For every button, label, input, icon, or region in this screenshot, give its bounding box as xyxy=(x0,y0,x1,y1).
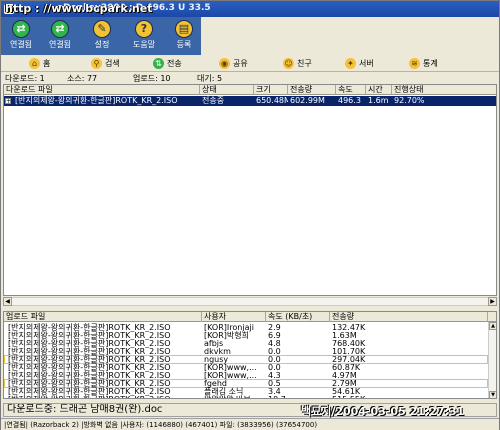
tab-stats-label: 통계 xyxy=(423,59,438,68)
watermark-bottom: 백묘지/2004-03-05 21:27:31 xyxy=(301,405,465,418)
tab-share-label: 공유 xyxy=(233,59,248,68)
column-header-transferred[interactable]: 전송량 xyxy=(288,85,336,95)
upload-amount: 515.55K xyxy=(332,395,482,398)
help-icon: ? xyxy=(135,20,153,38)
column-header-user[interactable]: 사용자 xyxy=(202,312,266,322)
watermark-top: http : //www.bcpark.net xyxy=(5,2,153,15)
scroll-track[interactable] xyxy=(12,297,488,306)
column-header-file[interactable]: 다운로드 파일 xyxy=(4,85,200,95)
download-count: 다운로드: 1 xyxy=(5,74,45,83)
help-label: 도움말 xyxy=(132,40,156,49)
download-progress: 92.70% xyxy=(394,96,425,105)
upload-row[interactable]: [반지의제왕-왕의귀환-한글판]ROTK_KR_2.ISO왕왕왕왕 바보10.7… xyxy=(4,395,488,398)
download-transferred: 602.99M xyxy=(290,96,325,105)
upload-list-header: 업로드 파일 사용자 속도 (KB/초) 전송량 xyxy=(4,312,496,322)
tab-server[interactable]: ✦ 서버 xyxy=(345,57,374,71)
column-header-upload-speed[interactable]: 속도 (KB/초) xyxy=(266,312,330,322)
tab-share[interactable]: ◉ 공유 xyxy=(219,57,248,71)
upload-user: 왕왕왕왕 바보 xyxy=(204,395,266,398)
register-icon: ▤ xyxy=(175,20,193,38)
tab-friends[interactable]: ☺ 친구 xyxy=(283,57,312,71)
tab-search-label: 검색 xyxy=(105,59,120,68)
settings-icon: ✎ xyxy=(93,20,111,38)
tab-home-label: 홈 xyxy=(43,59,51,68)
queue-count: 대기: 5 xyxy=(197,74,223,83)
disconnect-icon: ⇄ xyxy=(51,20,69,38)
download-size: 650.48M xyxy=(256,96,288,105)
friend-icon: ☺ xyxy=(283,58,294,69)
download-status: 전송중 xyxy=(202,96,225,105)
column-header-time[interactable]: 시간 xyxy=(366,85,392,95)
toolbar-spacer xyxy=(201,17,499,55)
download-list-header: 다운로드 파일 상태 크기 전송량 속도 시간 진행상태 xyxy=(4,85,496,95)
transfer-counters: 다운로드: 1 소스: 77 업로드: 10 대기: 5 xyxy=(1,73,499,84)
scroll-down-icon[interactable]: ▼ xyxy=(489,391,496,398)
tab-search[interactable]: ⚲ 검색 xyxy=(91,57,120,71)
tab-server-label: 서버 xyxy=(359,59,374,68)
scroll-up-icon[interactable]: ▲ xyxy=(489,322,496,330)
register-button[interactable]: ▤ 등록 xyxy=(167,19,201,53)
column-header-speed[interactable]: 속도 xyxy=(336,85,366,95)
expand-toggle-icon[interactable]: + xyxy=(5,98,11,105)
register-label: 등록 xyxy=(176,40,192,49)
tab-stats[interactable]: ≋ 통계 xyxy=(409,57,438,71)
tab-transfer[interactable]: ⇅ 전송 xyxy=(153,57,182,71)
main-toolbar: ⇄ 연결됨 ⇄ 연결됨 ✎ 설정 ? 도움말 ▤ 등록 xyxy=(1,17,201,55)
download-list: 다운로드 파일 상태 크기 전송량 속도 시간 진행상태 + [반지의제왕-왕의… xyxy=(3,84,497,296)
search-icon: ⚲ xyxy=(91,58,102,69)
disconnect-button[interactable]: ⇄ 연결됨 xyxy=(43,19,77,53)
vertical-scrollbar[interactable]: ▲ ▼ xyxy=(488,322,496,398)
disconnect-label: 연결됨 xyxy=(48,40,72,49)
scroll-left-icon[interactable]: ◀ xyxy=(3,297,12,306)
status-bar: |연결됨| (Razorback 2) |방화벽 없음 |사용자: (11468… xyxy=(1,418,499,430)
connect-icon: ⇄ xyxy=(12,20,30,38)
settings-label: 설정 xyxy=(94,40,110,49)
tab-transfer-label: 전송 xyxy=(167,59,182,68)
server-icon: ✦ xyxy=(345,58,356,69)
source-count: 소스: 77 xyxy=(67,74,98,83)
column-header-progress[interactable]: 진행상태 xyxy=(392,85,496,95)
tab-strip: ⌂ 홈 ⚲ 검색 ⇅ 전송 ◉ 공유 ☺ 친구 ✦ 서버 ≋ 통계 xyxy=(1,56,499,72)
horizontal-scrollbar[interactable]: ◀ ▶ xyxy=(1,297,499,311)
upload-file-name: [반지의제왕-왕의귀환-한글판]ROTK_KR_2.ISO xyxy=(8,395,202,398)
download-speed: 496.3 xyxy=(338,96,361,105)
settings-button[interactable]: ✎ 설정 xyxy=(85,19,119,53)
download-time: 1.6m xyxy=(368,96,389,105)
download-row[interactable]: + [반지의제왕-왕의귀환-한글판]ROTK_KR_2.ISO 전송중 650.… xyxy=(4,96,496,106)
upload-list: 업로드 파일 사용자 속도 (KB/초) 전송량 [반지의제왕-왕의귀환-한글판… xyxy=(3,311,497,399)
column-header-status[interactable]: 상태 xyxy=(200,85,254,95)
connect-label: 연결됨 xyxy=(9,40,33,49)
upload-count: 업로드: 10 xyxy=(133,74,171,83)
home-icon: ⌂ xyxy=(29,58,40,69)
column-header-amount[interactable]: 전송량 xyxy=(330,312,488,322)
download-file-name: [반지의제왕-왕의귀환-한글판]ROTK_KR_2.ISO xyxy=(15,96,178,105)
connect-button[interactable]: ⇄ 연결됨 xyxy=(4,19,38,53)
help-button[interactable]: ? 도움말 xyxy=(127,19,161,53)
column-header-upload-file[interactable]: 업로드 파일 xyxy=(4,312,202,322)
stats-icon: ≋ xyxy=(409,58,420,69)
tab-friends-label: 친구 xyxy=(297,59,312,68)
transfer-icon: ⇅ xyxy=(153,58,164,69)
upload-speed: 10.7 xyxy=(268,395,330,398)
share-icon: ◉ xyxy=(219,58,230,69)
column-header-size[interactable]: 크기 xyxy=(254,85,288,95)
tab-home[interactable]: ⌂ 홈 xyxy=(29,57,50,71)
scroll-right-icon[interactable]: ▶ xyxy=(488,297,497,306)
app-window: eDonkey2000 : D 496.3 U 33.5 ⇄ 연결됨 ⇄ 연결됨… xyxy=(0,0,500,430)
